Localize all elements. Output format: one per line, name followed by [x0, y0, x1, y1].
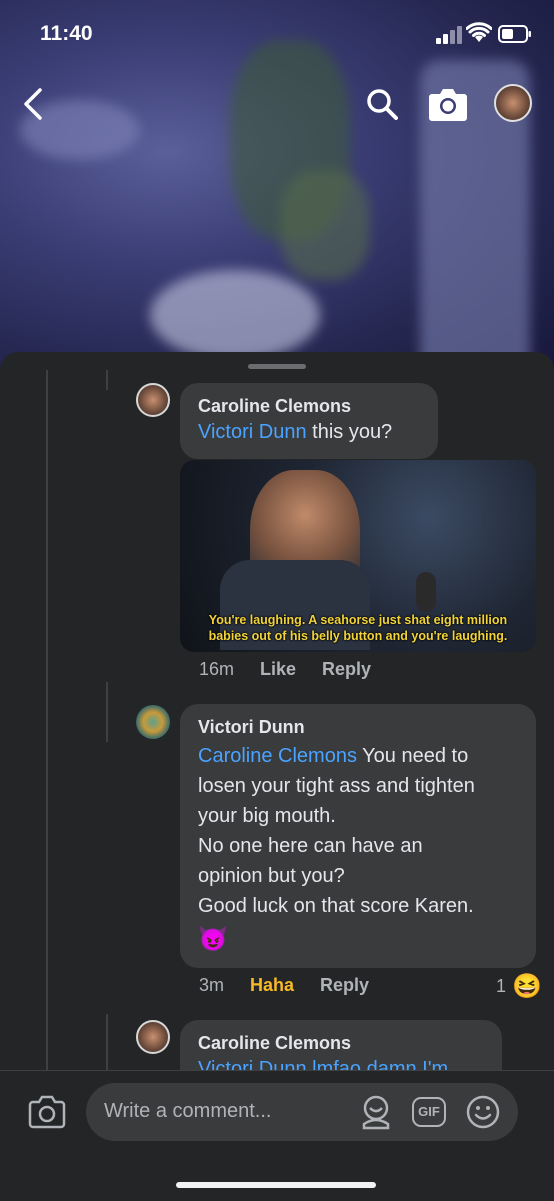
comment-placeholder: Write a comment... — [104, 1100, 272, 1122]
reaction-count: 1 — [496, 976, 507, 996]
thread-line — [106, 1014, 108, 1074]
gif-caption: You're laughing. A seahorse just shat ei… — [208, 613, 508, 643]
sheet-drag-handle[interactable] — [248, 364, 306, 369]
comment-author[interactable]: Caroline Clemons — [198, 395, 420, 417]
comment-input[interactable]: Write a comment... GIF — [86, 1083, 518, 1141]
comment-text: Victori Dunn this you? — [198, 421, 393, 443]
home-indicator[interactable] — [176, 1182, 376, 1188]
cellular-signal-icon — [436, 26, 462, 44]
comment-meta: 16m Like Reply — [199, 659, 371, 680]
gif-microphone — [416, 572, 436, 612]
back-arrow-icon[interactable] — [22, 88, 44, 120]
comment-time: 3m — [199, 975, 225, 995]
devil-emoji: 😈 — [198, 926, 228, 953]
laughing-emoji-icon: 😆 — [512, 973, 542, 1000]
wifi-icon — [466, 22, 492, 42]
emoji-icon[interactable] — [466, 1095, 500, 1129]
thread-line — [106, 682, 108, 742]
comment-bubble: Victori Dunn Caroline Clemons You need t… — [180, 704, 536, 968]
like-button[interactable]: Like — [260, 659, 296, 680]
thread-line — [46, 370, 48, 1070]
gif-button[interactable]: GIF — [412, 1097, 446, 1127]
comment-author[interactable]: Victori Dunn — [198, 716, 518, 738]
haha-reaction-button[interactable]: Haha — [250, 975, 294, 996]
comment-meta: 3m Haha Reply — [199, 975, 369, 996]
mention-link[interactable]: Victori Dunn — [198, 421, 307, 443]
mention-link[interactable]: Caroline Clemons — [198, 745, 357, 767]
avatar[interactable] — [136, 705, 170, 739]
comment-time: 16m — [199, 659, 235, 679]
camera-icon[interactable] — [428, 86, 468, 122]
battery-icon — [498, 25, 531, 43]
comment-text: Caroline Clemons You need to losen your … — [198, 741, 518, 959]
search-icon[interactable] — [366, 88, 398, 120]
reply-button[interactable]: Reply — [320, 975, 369, 996]
reply-button[interactable]: Reply — [322, 659, 371, 680]
comment-bubble: Caroline Clemons Victori Dunn this you? — [180, 383, 438, 459]
avatar-sticker-icon[interactable] — [358, 1094, 394, 1130]
camera-icon[interactable] — [28, 1093, 66, 1129]
avatar[interactable] — [136, 383, 170, 417]
reaction-summary[interactable]: 1 😆 — [496, 972, 542, 1001]
thread-line — [106, 370, 108, 390]
profile-avatar[interactable] — [494, 84, 532, 122]
status-bar: 11:40 — [0, 0, 554, 68]
status-time: 11:40 — [40, 22, 93, 45]
avatar[interactable] — [136, 1020, 170, 1054]
comment-author[interactable]: Caroline Clemons — [198, 1032, 484, 1054]
comment-gif[interactable]: You're laughing. A seahorse just shat ei… — [180, 460, 536, 652]
